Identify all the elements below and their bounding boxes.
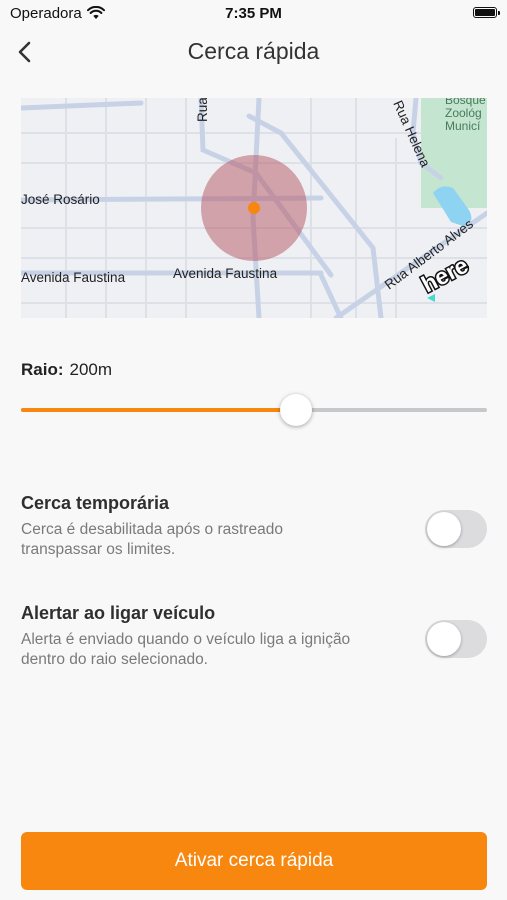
map-label-jose-rosario: José Rosário (21, 192, 100, 207)
radius-value: 200m (69, 360, 113, 379)
status-bar: Operadora 7:35 PM (0, 0, 507, 28)
toggle-knob (427, 512, 461, 546)
page-title: Cerca rápida (187, 38, 320, 64)
toggle-knob (427, 622, 461, 656)
cerca-temporaria-toggle[interactable] (425, 510, 487, 548)
setting-cerca-temporaria: Cerca temporária Cerca é desabilitada ap… (21, 493, 487, 560)
ativar-cerca-rapida-button[interactable]: Ativar cerca rápida (21, 832, 487, 890)
radius-row: Raio: 200m (21, 360, 112, 380)
setting-title: Cerca temporária (21, 493, 170, 513)
battery-icon (473, 7, 500, 18)
map-label-avenida-faustina-west: Avenida Faustina (21, 270, 126, 285)
nav-bar: Cerca rápida (0, 30, 507, 76)
clock: 7:35 PM (225, 5, 282, 22)
alertar-ligar-veiculo-toggle[interactable] (425, 620, 487, 658)
slider-fill (21, 408, 296, 412)
radius-slider[interactable] (21, 392, 487, 428)
setting-description: Alerta é enviado quando o veículo liga a… (21, 631, 351, 668)
radius-label: Raio: (21, 360, 64, 379)
map-poi-zoologico: Zoológ (445, 106, 482, 120)
geofence-center-marker (248, 202, 260, 214)
map-canvas[interactable]: José Rosário Avenida Faustina Avenida Fa… (21, 98, 487, 318)
map-label-avenida-faustina: Avenida Faustina (173, 266, 278, 281)
map-view[interactable]: José Rosário Avenida Faustina Avenida Fa… (21, 98, 487, 318)
map-poi-municipal: Municí (445, 119, 481, 133)
setting-description: Cerca é desabilitada após o rastreado tr… (21, 521, 283, 558)
map-label-rua: Rua (195, 98, 210, 122)
slider-thumb[interactable] (279, 394, 312, 426)
setting-alertar-ligar-veiculo: Alertar ao ligar veículo Alerta é enviad… (21, 603, 487, 670)
setting-title: Alertar ao ligar veículo (21, 603, 216, 623)
